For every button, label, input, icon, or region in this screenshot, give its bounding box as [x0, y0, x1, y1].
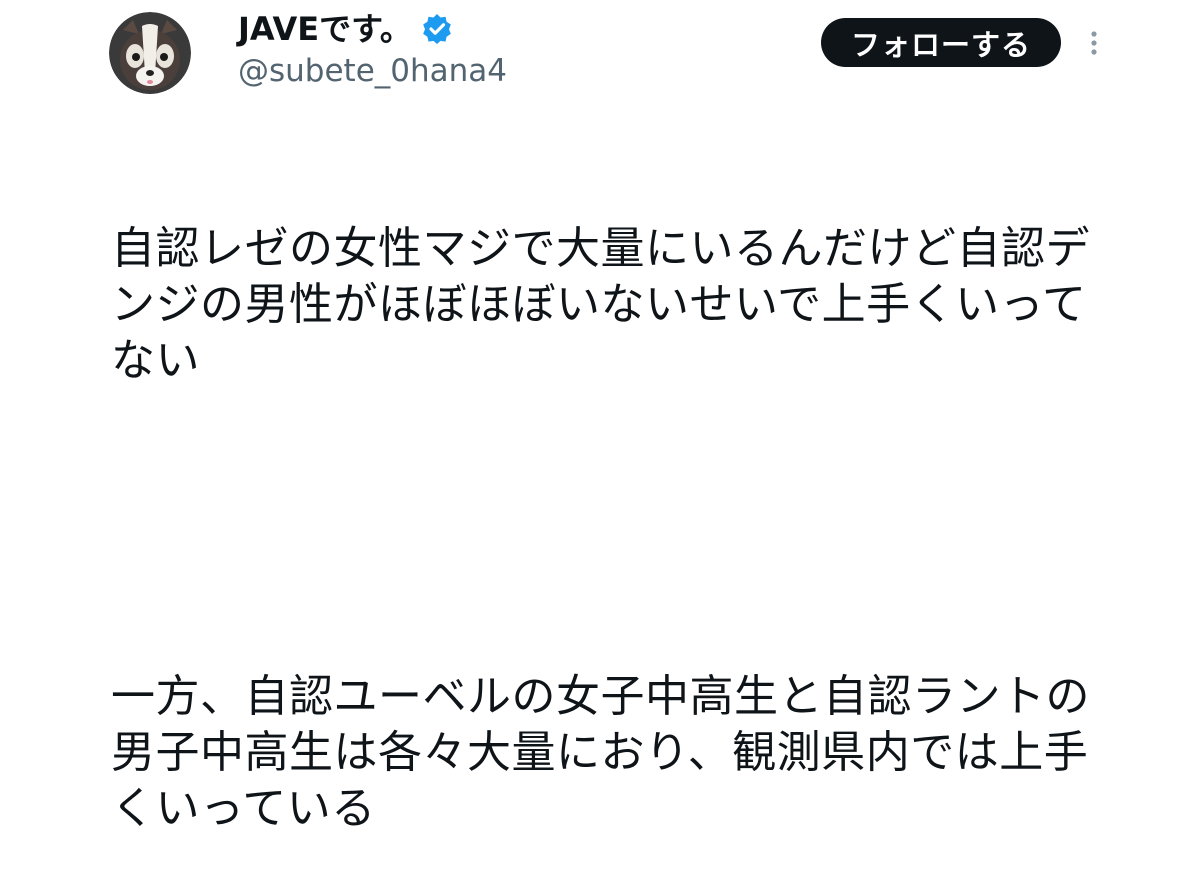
skunk-avatar-icon [109, 12, 191, 94]
follow-button[interactable]: フォローする [821, 18, 1061, 67]
author-avatar[interactable] [109, 12, 191, 94]
author-name[interactable]: JAVEです。 [238, 10, 452, 48]
verified-badge-icon [422, 14, 452, 44]
tweet-paragraph-1: 自認レゼの女性マジで大量にいるんだけど自認デンジの男性がほぼほぼいないせいで上手… [111, 223, 1090, 386]
author-handle[interactable]: @subete_0hana4 [238, 52, 507, 90]
tweet-text: 自認レゼの女性マジで大量にいるんだけど自認デンジの男性がほぼほぼいないせいで上手… [111, 109, 1111, 893]
display-name[interactable]: JAVEです。 [238, 10, 412, 48]
more-vertical-icon[interactable] [1084, 30, 1104, 56]
tweet-paragraph-2: 一方、自認ユーベルの女子中高生と自認ラントの男子中高生は各々大量におり、観測県内… [111, 671, 1090, 834]
